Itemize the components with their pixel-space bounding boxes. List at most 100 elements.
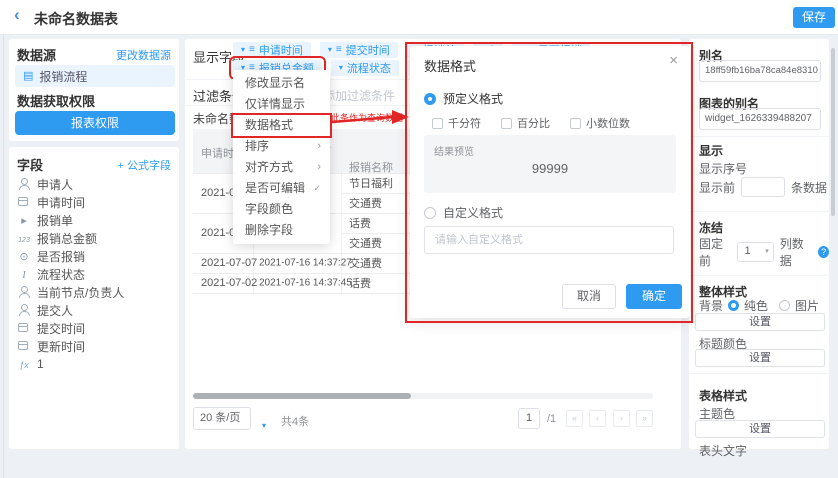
person-icon: [17, 304, 31, 316]
show-index-label[interactable]: 显示序号: [699, 160, 747, 177]
radio-selected-icon[interactable]: [728, 300, 739, 311]
field-item[interactable]: 提交人: [17, 301, 173, 319]
show-first-input[interactable]: [741, 177, 785, 197]
widget-alias-input[interactable]: widget_1626339488207: [699, 108, 821, 130]
cell-apply-date: 2021-07-07: [201, 257, 257, 269]
menu-item-label: 字段颜色: [245, 202, 293, 216]
save-button[interactable]: 保存: [793, 7, 835, 28]
annotation-text: 此条作为查询数据: [331, 111, 407, 124]
last-page-button[interactable]: »: [636, 410, 653, 427]
percent-checkbox[interactable]: 百分比: [501, 115, 550, 131]
alias-input[interactable]: 18ff59fb16ba78ca84e8310: [699, 60, 821, 82]
cell-submit-time: 2021-07-16 14:37:45: [259, 278, 352, 289]
menu-item-detail-only[interactable]: 仅详情显示: [233, 94, 330, 115]
confirm-button[interactable]: 确定: [626, 284, 682, 309]
checkbox-label: 百分比: [517, 115, 550, 131]
menu-item-editable[interactable]: 是否可编辑✓: [233, 178, 330, 199]
chevron-down-icon: ▾: [765, 247, 769, 255]
menu-item-label: 删除字段: [245, 223, 293, 237]
field-lines-icon: ≡: [249, 45, 255, 55]
chip-label: 提交时间: [346, 42, 390, 58]
field-context-menu: 修改显示名 仅详情显示 数据格式 排序› 对齐方式› 是否可编辑✓ 字段颜色 删…: [233, 70, 330, 244]
radio-label: 预定义格式: [443, 90, 503, 107]
report-permission-button[interactable]: 报表权限: [15, 111, 175, 135]
change-datasource-link[interactable]: 更改数据源: [116, 47, 171, 63]
field-item[interactable]: 报销单: [17, 211, 173, 229]
cancel-button[interactable]: 取消: [562, 284, 616, 309]
current-page-box[interactable]: 1: [518, 408, 540, 429]
display-field-chip[interactable]: ▾≡提交时间: [320, 42, 398, 58]
menu-item-sort[interactable]: 排序›: [233, 136, 330, 157]
field-label: 报销单: [37, 212, 73, 229]
title-color-setting-button[interactable]: 设置: [695, 349, 825, 367]
decimal-places-checkbox[interactable]: 小数位数: [570, 115, 630, 131]
display-field-chip[interactable]: ▾≡申请时间: [233, 42, 311, 58]
custom-format-option[interactable]: 自定义格式: [424, 204, 503, 221]
calendar-icon: [17, 196, 31, 208]
horizontal-scrollbar-track: [193, 393, 653, 399]
cell-apply-date: 2021-07-02: [201, 277, 257, 289]
menu-item-rename[interactable]: 修改显示名: [233, 73, 330, 94]
text-cursor-icon: [17, 268, 31, 280]
field-label: 申请时间: [37, 194, 85, 211]
data-format-modal: 数据格式 × 预定义格式 千分符 百分比 小数位数 结果预览 99999 自定义…: [410, 46, 690, 318]
field-label: 流程状态: [37, 266, 85, 283]
total-count-label: 共4条: [281, 413, 309, 429]
next-page-button[interactable]: ›: [613, 410, 630, 427]
widget-settings-panel: 别名 18ff59fb16ba78ca84e8310 图表的别名 widget_…: [688, 38, 830, 450]
field-item[interactable]: 是否报销: [17, 247, 173, 265]
filter-placeholder[interactable]: 添加过滤条件: [323, 87, 395, 104]
background-setting-button[interactable]: 设置: [695, 313, 825, 331]
prev-page-button[interactable]: ‹: [589, 410, 606, 427]
divider: [689, 136, 831, 137]
close-icon[interactable]: ×: [669, 52, 678, 69]
calendar-icon: [17, 322, 31, 334]
horizontal-scrollbar-thumb[interactable]: [193, 393, 411, 399]
field-item[interactable]: 更新时间: [17, 337, 173, 355]
vertical-scrollbar-thumb[interactable]: [831, 48, 835, 216]
background-label: 背景: [699, 297, 723, 314]
field-item[interactable]: 流程状态: [17, 265, 173, 283]
menu-item-label: 排序: [245, 139, 269, 153]
field-item[interactable]: 1: [17, 355, 173, 373]
datasource-panel: 数据源 更改数据源 ▤ 报销流程 数据获取权限 报表权限: [8, 38, 180, 142]
radio-unselected-icon[interactable]: [779, 300, 790, 311]
menu-item-delete-field[interactable]: 删除字段: [233, 220, 330, 241]
add-formula-field-link[interactable]: + 公式字段: [118, 157, 171, 173]
field-item[interactable]: 提交时间: [17, 319, 173, 337]
field-item[interactable]: 申请时间: [17, 193, 173, 211]
thousand-separator-checkbox[interactable]: 千分符: [432, 115, 481, 131]
field-item[interactable]: 报销总金额: [17, 229, 173, 247]
field-label: 提交人: [37, 302, 73, 319]
display-field-chip[interactable]: ▾流程状态: [331, 60, 399, 76]
formula-icon: [17, 358, 31, 370]
show-first-suffix: 条数据: [791, 179, 827, 196]
divider: [689, 211, 831, 212]
menu-item-field-color[interactable]: 字段颜色: [233, 199, 330, 220]
menu-item-label: 是否可编辑: [245, 181, 305, 195]
field-item[interactable]: 申请人: [17, 175, 173, 193]
menu-item-label: 修改显示名: [245, 76, 305, 90]
format-checkboxes: 千分符 百分比 小数位数: [432, 115, 630, 131]
theme-color-setting-button[interactable]: 设置: [695, 420, 825, 438]
checkbox-icon: [570, 118, 581, 129]
datasource-title: 数据源: [17, 45, 56, 64]
modal-title: 数据格式: [424, 56, 476, 75]
show-first-prefix: 显示前: [699, 179, 735, 196]
back-icon[interactable]: ‹: [14, 5, 20, 25]
custom-format-input[interactable]: 请输入自定义格式: [424, 226, 674, 254]
checkbox-icon: [432, 118, 443, 129]
field-item[interactable]: 当前节点/负责人: [17, 283, 173, 301]
field-label: 申请人: [37, 176, 73, 193]
first-page-button[interactable]: «: [566, 410, 583, 427]
cell-submit-time: 2021-07-16 14:37:27: [259, 258, 352, 269]
predefined-format-option[interactable]: 预定义格式: [424, 90, 503, 107]
menu-item-align[interactable]: 对齐方式›: [233, 157, 330, 178]
menu-item-data-format[interactable]: 数据格式: [233, 115, 330, 136]
divider: [689, 275, 831, 276]
freeze-count-select[interactable]: 1 ▾: [737, 242, 773, 262]
datasource-item[interactable]: ▤ 报销流程: [15, 65, 175, 87]
help-icon[interactable]: ?: [818, 246, 829, 258]
page-size-select[interactable]: 20 条/页 ▾: [193, 407, 251, 430]
fields-panel: 字段 + 公式字段 申请人 申请时间 报销单 报销总金额 是否报销 流程状态 当…: [8, 146, 180, 450]
